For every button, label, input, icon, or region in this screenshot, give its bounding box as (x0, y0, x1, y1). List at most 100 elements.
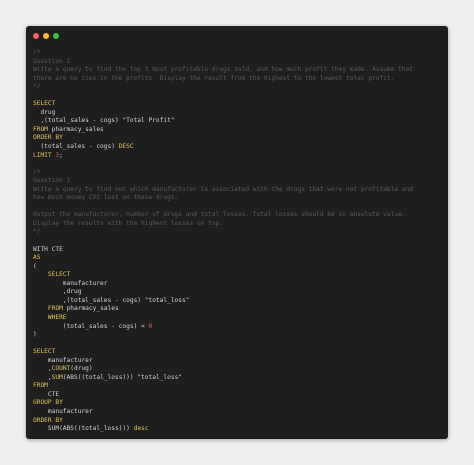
code-text: ,(total_sales - cogs) "Total Profit" (33, 117, 175, 125)
code-text: drug (33, 108, 56, 116)
code-text: (total_sales - cogs) < (33, 322, 149, 330)
code-comment: Write a query to find the top 3 most pro… (33, 66, 413, 74)
sql-code-block[interactable]: /* Question 1 Write a query to find the to… (33, 49, 446, 434)
code-line: ,(total_sales - cogs) "total_loss" (33, 297, 446, 306)
code-line: (total_sales - cogs) DESC (33, 143, 446, 152)
code-text: ,drug (33, 288, 82, 296)
code-text: SUM(ABS((total_loss))) (33, 425, 134, 433)
code-text: ,(total_sales - cogs) "total_loss" (33, 296, 190, 304)
code-keyword: AS (33, 254, 41, 262)
code-text: pharmacy_sales (47, 125, 104, 133)
code-comment: Question 2 (33, 177, 71, 185)
code-line: manufacturer (33, 357, 446, 366)
code-keyword: SELECT (47, 271, 71, 279)
code-text: ; (59, 151, 63, 159)
code-line: ,drug (33, 288, 446, 297)
maximize-window-icon[interactable] (53, 33, 59, 39)
code-line: FROM pharmacy_sales (33, 305, 446, 314)
code-line: Question 1 (33, 58, 446, 67)
code-comment: there are no ties in the profits. Displa… (33, 74, 395, 82)
code-line: AS (33, 254, 446, 263)
code-line: Output the manufacturer, number of drugs… (33, 211, 446, 220)
code-text: pharmacy_sales (62, 305, 119, 313)
minimize-window-icon[interactable] (43, 33, 49, 39)
code-line: GROUP BY (33, 399, 446, 408)
code-keyword: FROM (33, 382, 48, 390)
code-line: ,COUNT(drug) (33, 365, 446, 374)
code-line: manufacturer (33, 280, 446, 289)
code-comment: Output the manufacturer, number of drugs… (33, 211, 406, 219)
code-text: (drug) (70, 365, 93, 373)
code-keyword: LIMIT (33, 151, 52, 159)
code-line: manufacturer (33, 408, 446, 417)
code-comment: Question 1 (33, 57, 71, 65)
code-function: COUNT (51, 365, 71, 373)
code-editor-window: /* Question 1 Write a query to find the to… (26, 26, 448, 439)
code-text: ( (33, 262, 37, 270)
code-keyword: SELECT (33, 100, 56, 108)
code-text: (total_sales - cogs) (33, 143, 119, 151)
code-line: Write a query to find out which manufact… (33, 186, 446, 195)
code-line: SELECT (33, 348, 446, 357)
code-line: /* (33, 169, 446, 178)
code-keyword: ORDER BY (33, 416, 63, 424)
code-keyword: SELECT (33, 348, 56, 356)
code-text: manufacturer (33, 279, 108, 287)
code-line: */ (33, 83, 446, 92)
code-keyword: ORDER BY (33, 134, 63, 142)
code-line: ) (33, 331, 446, 340)
code-line: /* (33, 49, 446, 58)
code-line: Question 2 (33, 177, 446, 186)
code-comment: how much money CVS lost on these drugs. (33, 194, 179, 202)
code-function: SUM (51, 373, 63, 381)
code-line: ,(total_sales - cogs) "Total Profit" (33, 117, 446, 126)
close-window-icon[interactable] (33, 33, 39, 39)
code-line: Write a query to find the top 3 most pro… (33, 66, 446, 75)
code-line: WITH CTE (33, 246, 446, 255)
code-comment: */ (33, 228, 41, 236)
code-line: SELECT (33, 271, 446, 280)
code-text: manufacturer (33, 407, 93, 415)
code-line: WHERE (33, 314, 446, 323)
code-text: (ABS((total_loss))) "total_loss" (62, 373, 183, 381)
code-keyword: FROM (33, 125, 48, 133)
code-keyword: GROUP BY (33, 399, 63, 407)
code-line: SUM(ABS((total_loss))) desc (33, 425, 446, 434)
code-line: ORDER BY (33, 134, 446, 143)
code-text: WITH CTE (33, 245, 63, 253)
code-number: 0 (148, 322, 153, 330)
code-text: ) (33, 331, 37, 339)
code-line: FROM (33, 382, 446, 391)
code-keyword: DESC (118, 143, 134, 151)
code-comment: */ (33, 83, 41, 91)
code-text: , (33, 365, 52, 373)
code-text: , (33, 373, 52, 381)
code-keyword: WHERE (47, 313, 67, 321)
code-line: (total_sales - cogs) < 0 (33, 323, 446, 332)
code-line: SELECT (33, 100, 446, 109)
code-text: manufacturer (33, 356, 93, 364)
code-comment: /* (33, 168, 41, 176)
code-line: ( (33, 263, 446, 272)
code-line: ORDER BY (33, 417, 446, 426)
code-line: LIMIT 3; (33, 152, 446, 161)
code-keyword: desc (133, 425, 149, 433)
code-text: CTE (33, 390, 60, 398)
code-comment: Display the results with the highest los… (33, 219, 223, 227)
code-line: FROM pharmacy_sales (33, 126, 446, 135)
code-comment: /* (33, 49, 41, 56)
code-comment: Write a query to find out which manufact… (33, 185, 413, 193)
code-line: how much money CVS lost on these drugs. (33, 194, 446, 203)
code-line: drug (33, 109, 446, 118)
code-line: there are no ties in the profits. Displa… (33, 75, 446, 84)
code-keyword: FROM (47, 305, 63, 313)
code-line: ,SUM(ABS((total_loss))) "total_loss" (33, 374, 446, 383)
